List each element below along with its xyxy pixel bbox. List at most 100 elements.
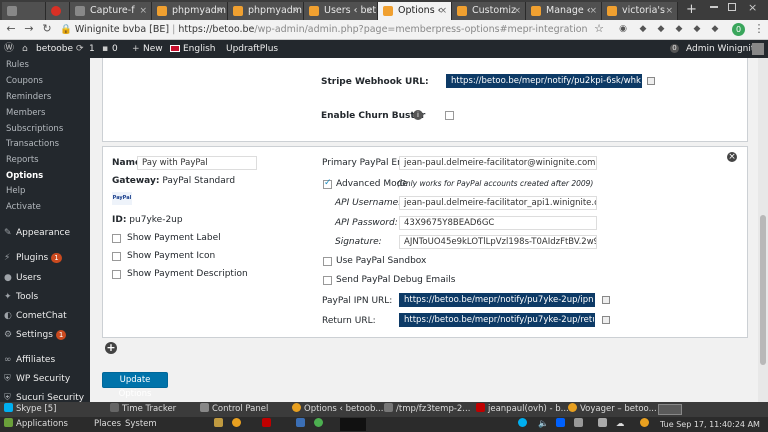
profile-avatar[interactable]: 0 [732,23,745,36]
launcher-files[interactable] [214,417,226,432]
gateway-name-input[interactable]: Pay with PayPal [137,156,257,170]
sidebar-item-affiliates[interactable]: ∞ Affiliates [4,355,55,365]
sidebar-item-rules[interactable]: Rules [6,60,29,70]
browser-tab-2[interactable]: phpmyadm × [228,2,304,20]
sidebar-item-tools[interactable]: ✦ Tools [4,292,38,302]
sidebar-item-sucuri[interactable]: ⛨ Sucuri Security [4,393,84,402]
close-icon[interactable]: × [665,2,673,20]
sidebar-item-plugins[interactable]: ⚡ Plugins 1 [4,253,62,263]
close-icon[interactable]: × [215,2,223,20]
tray-network[interactable] [574,417,586,432]
menu-places[interactable]: Places [94,417,121,432]
sidebar-item-wp-security[interactable]: ⛨ WP Security [4,374,70,384]
info-icon[interactable]: i [413,110,423,120]
taskbar-item-chrome[interactable]: Options ‹ betoob... [292,402,383,417]
close-icon[interactable]: × [291,2,299,20]
close-icon[interactable]: × [513,2,521,20]
sidebar-item-transactions[interactable]: Transactions [6,139,59,149]
notification-count[interactable]: 0 [670,44,679,53]
menu-applications[interactable]: Applications [4,417,68,432]
camera-icon[interactable]: ◉ [616,22,630,36]
show-payment-icon-checkbox[interactable] [112,252,121,261]
close-icon[interactable]: × [727,152,737,162]
browser-tab-1[interactable]: phpmyadm × [152,2,228,20]
tray-weather[interactable]: ☁ [616,417,625,432]
tray-dropbox[interactable] [556,417,568,432]
taskbar-item-control-panel[interactable]: Control Panel [200,402,268,417]
stripe-webhook-url-field[interactable]: https://betoo.be/mepr/notify/pu2kpi-6sk/… [446,74,642,88]
updates-count[interactable]: 1 [89,40,95,58]
sidebar-item-users[interactable]: ● Users [4,273,41,283]
browser-tab-3[interactable]: Users ‹ bet × [304,2,378,20]
tray-chrome[interactable] [640,417,652,432]
sandbox-checkbox[interactable] [323,257,332,266]
api-password-input[interactable]: 43X9675Y8BEAD6GC [399,216,597,230]
forward-icon[interactable]: → [22,22,36,36]
taskbar-item-skype[interactable]: Skype [5] [4,402,56,417]
sidebar-item-subscriptions[interactable]: Subscriptions [6,124,63,134]
add-gateway-button[interactable]: + [105,342,117,354]
show-payment-label-checkbox[interactable] [112,234,121,243]
url-bar[interactable]: 🔒 Winignite bvba [BE] | https://betoo.be… [60,23,588,37]
launcher-mail[interactable] [296,417,308,432]
browser-tab-5[interactable]: Customiz × [452,2,526,20]
advanced-mode-checkbox[interactable] [323,178,332,189]
debug-emails-checkbox[interactable] [323,276,332,285]
sidebar-item-appearance[interactable]: ✎ Appearance [4,228,70,238]
panel-clock[interactable]: Tue Sep 17, 11:40:24 AM [660,417,760,432]
close-icon[interactable]: × [139,2,147,20]
sidebar-item-coupons[interactable]: Coupons [6,76,43,86]
taskbar-item-time-tracker[interactable]: Time Tracker [110,402,176,417]
scrollbar-thumb[interactable] [760,215,766,365]
copy-icon[interactable] [602,316,610,324]
language-switcher[interactable]: English [183,40,216,58]
extension-icon[interactable]: ◆ [636,22,650,36]
ipn-url-field[interactable]: https://betoo.be/mepr/notify/pu7yke-2up/… [399,293,595,307]
close-icon[interactable]: × [439,2,447,20]
comments-count[interactable]: 0 [112,40,118,58]
minimize-icon[interactable] [710,6,718,8]
signature-input[interactable]: AJNToUO45e9kLOTlLpVzl198s-T0AIdzFtBV.2w9… [399,235,597,249]
sidebar-item-members[interactable]: Members [6,108,45,118]
wordpress-icon[interactable]: Ⓦ [4,40,14,58]
sidebar-item-activate[interactable]: Activate [6,202,41,212]
star-icon[interactable]: ☆ [592,22,606,36]
site-name-link[interactable]: betoobe [36,40,73,58]
sidebar-item-settings[interactable]: ⚙ Settings 1 [4,330,67,340]
extension-icon[interactable]: ◆ [690,22,704,36]
browser-tab-icon-only[interactable] [2,2,46,20]
extension-icon[interactable]: ◆ [654,22,668,36]
copy-icon[interactable] [647,77,655,85]
sidebar-item-cometchat[interactable]: ◐ CometChat [4,311,67,321]
launcher-filezilla[interactable] [262,417,274,432]
browser-tab-4[interactable]: Options ‹ × [378,2,452,20]
sidebar-item-reminders[interactable]: Reminders [6,92,51,102]
taskbar-item-tmp[interactable]: /tmp/fz3temp-2... [384,402,470,417]
update-options-button[interactable]: Update Options [102,372,168,399]
browser-tab-6[interactable]: Manage ‹ × [526,2,602,20]
new-tab-button[interactable]: + [686,2,697,18]
back-icon[interactable]: ← [4,22,18,36]
extension-icon[interactable]: ◆ [672,22,686,36]
tray-volume[interactable]: 🔈 [538,417,549,432]
menu-system[interactable]: System [125,417,157,432]
menu-icon[interactable]: ⋮ [752,22,766,36]
primary-email-input[interactable]: jean-paul.delmeire-facilitator@winignite… [399,156,597,170]
browser-tab-gmail[interactable] [46,2,70,20]
taskbar-item-voyager[interactable]: Voyager – betoo... [568,402,657,417]
taskbar-item-filezilla[interactable]: jeanpaul(ovh) - b... [476,402,569,417]
reload-icon[interactable]: ↻ [40,22,54,36]
sidebar-item-options[interactable]: Options [6,171,43,181]
sidebar-item-help[interactable]: Help [6,186,25,196]
launcher-chrome[interactable] [232,417,244,432]
close-window-icon[interactable]: × [748,1,757,14]
launcher-app[interactable] [314,417,326,432]
new-content-link[interactable]: New [143,40,163,58]
api-username-input[interactable]: jean-paul.delmeire-facilitator_api1.wini… [399,196,597,210]
return-url-field[interactable]: https://betoo.be/mepr/notify/pu7yke-2up/… [399,313,595,327]
copy-icon[interactable] [602,296,610,304]
tray-mail[interactable] [598,417,610,432]
browser-tab-0[interactable]: Capture-f × [70,2,152,20]
tray-skype[interactable] [518,417,530,432]
sidebar-item-reports[interactable]: Reports [6,155,39,165]
